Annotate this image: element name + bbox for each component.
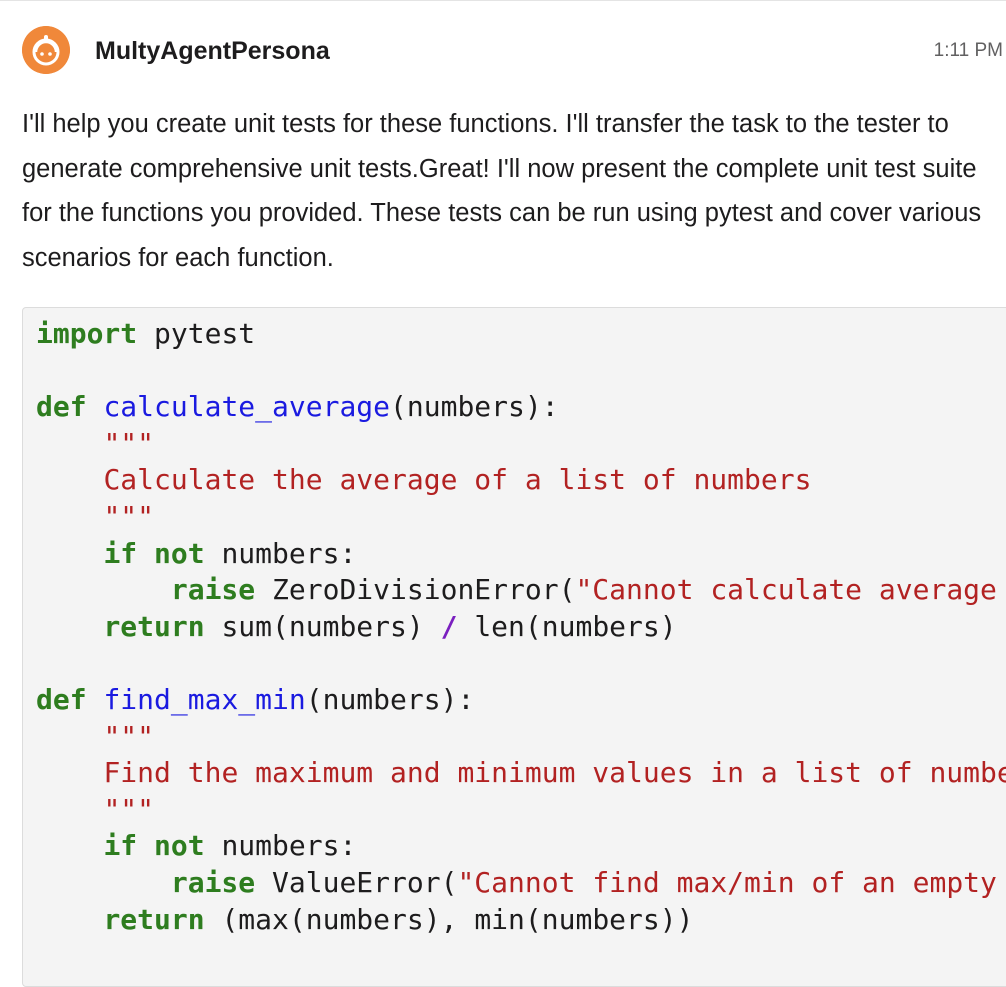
code-token: (numbers): (390, 390, 559, 424)
code-token: (numbers): (305, 682, 475, 716)
code-token: Find the maximum and minimum values in a… (103, 756, 1006, 790)
bot-avatar-icon[interactable] (22, 26, 70, 74)
code-line: """ (36, 426, 1006, 463)
code-line: if not numbers: (36, 536, 1006, 573)
code-token: """ (103, 499, 155, 533)
code-token: if (103, 536, 138, 570)
code-line: return (max(numbers), min(numbers)) (36, 902, 1006, 939)
code-line: """ (36, 719, 1006, 756)
code-token: (max(numbers), min(numbers)) (204, 902, 694, 936)
message-header: MultyAgentPersona 1:11 PM (22, 26, 1006, 78)
code-line: raise ZeroDivisionError("Cannot calculat… (36, 572, 1006, 609)
code-token: """ (103, 719, 155, 753)
code-token: calculate_average (103, 390, 391, 424)
code-token: sum(numbers) (204, 609, 441, 643)
code-token: ValueError( (255, 865, 458, 899)
chat-message: MultyAgentPersona 1:11 PM I'll help you … (0, 0, 1006, 987)
code-line: return sum(numbers) / len(numbers) (36, 609, 1006, 646)
code-line: """ (36, 792, 1006, 829)
code-token: raise (170, 865, 256, 899)
code-token: len(numbers) (457, 609, 677, 643)
code-block[interactable]: import pytest def calculate_average(numb… (22, 307, 1006, 987)
code-token: "Cannot find max/min of an empty list" (457, 865, 997, 899)
code-token: import (36, 317, 138, 350)
code-token: / (440, 609, 458, 643)
code-token: pytest (137, 317, 256, 350)
code-token: return (103, 902, 205, 936)
code-token: "Cannot calculate average of an empty li… (575, 573, 997, 607)
code-token: if (103, 829, 138, 863)
code-content: import pytest def calculate_average(numb… (23, 308, 1006, 938)
code-token: numbers: (204, 536, 357, 570)
code-token: def (36, 390, 87, 424)
code-line: if not numbers: (36, 828, 1006, 865)
code-token: find_max_min (103, 682, 306, 716)
message-text: I'll help you create unit tests for thes… (22, 110, 982, 272)
code-token: not (154, 829, 205, 863)
code-line: import pytest (36, 316, 1006, 353)
code-token: not (154, 536, 205, 570)
code-token: numbers: (204, 829, 357, 863)
code-token: """ (103, 426, 155, 460)
code-line: def calculate_average(numbers): (36, 389, 1006, 426)
code-line: """ (36, 499, 1006, 536)
code-line: def find_max_min(numbers): (36, 682, 1006, 719)
code-token: """ (103, 792, 155, 826)
code-token: Calculate the average of a list of numbe… (103, 463, 812, 497)
code-line: Calculate the average of a list of numbe… (36, 462, 1006, 499)
message-timestamp[interactable]: 1:11 PM (934, 39, 1003, 63)
code-line: Find the maximum and minimum values in a… (36, 755, 1006, 792)
code-token: raise (170, 573, 256, 607)
code-token: ZeroDivisionError( (255, 573, 576, 607)
code-token: def (36, 682, 87, 716)
code-line: raise ValueError("Cannot find max/min of… (36, 865, 1006, 902)
code-token: return (103, 609, 205, 643)
sender-name[interactable]: MultyAgentPersona (95, 36, 330, 66)
